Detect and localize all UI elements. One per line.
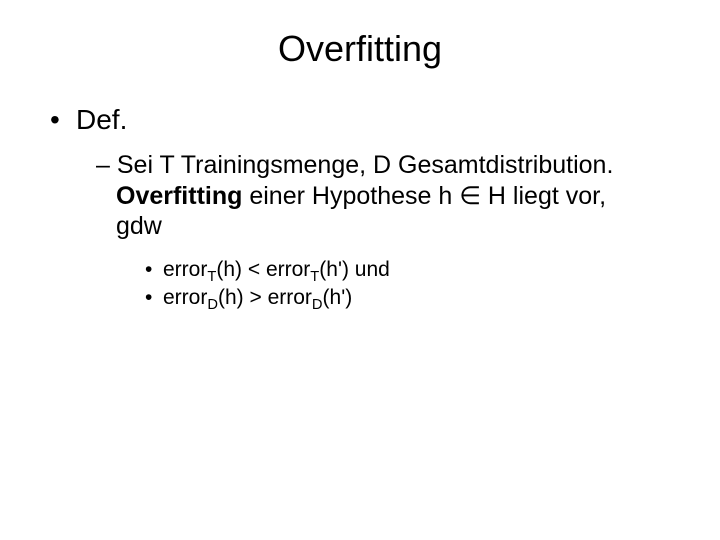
level1-text: Def. bbox=[76, 104, 127, 135]
slide: Overfitting •Def. – Sei T Trainingsmenge… bbox=[0, 0, 720, 540]
bullet-dot-small: • bbox=[145, 284, 163, 312]
err1: error bbox=[163, 258, 207, 281]
level2-part2b: H liegt vor, bbox=[481, 182, 606, 210]
err4: error bbox=[268, 286, 312, 309]
end1: (h') und bbox=[319, 258, 390, 281]
end2: (h') bbox=[323, 286, 353, 309]
sub-d2: D bbox=[312, 297, 323, 313]
sub-d1: D bbox=[207, 297, 218, 313]
bullet-level3-a: •errorT(h) < errorT(h') und bbox=[145, 256, 680, 284]
err3: error bbox=[163, 286, 207, 309]
level2-line1: Sei T Trainingsmenge, D Gesamtdistributi… bbox=[117, 151, 614, 179]
mid2: (h) > bbox=[218, 286, 268, 309]
bullet-level1: •Def. bbox=[50, 104, 680, 136]
bullet-dot: • bbox=[50, 104, 76, 136]
bullet-dot-small: • bbox=[145, 256, 163, 284]
mid1: (h) < bbox=[216, 258, 266, 281]
level2-part3: gdw bbox=[116, 211, 650, 242]
level2-part2a: einer Hypothese h bbox=[242, 182, 459, 210]
dash-icon: – bbox=[96, 150, 110, 181]
slide-title: Overfitting bbox=[40, 28, 680, 70]
sub-t1: T bbox=[207, 269, 216, 285]
bold-overfitting: Overfitting bbox=[116, 182, 242, 210]
element-of-symbol: ∈ bbox=[459, 182, 481, 210]
bullet-level3-b: •errorD(h) > errorD(h') bbox=[145, 284, 680, 312]
bullet-level2: – Sei T Trainingsmenge, D Gesamtdistribu… bbox=[96, 150, 650, 242]
sub-t2: T bbox=[310, 269, 319, 285]
err2: error bbox=[266, 258, 310, 281]
